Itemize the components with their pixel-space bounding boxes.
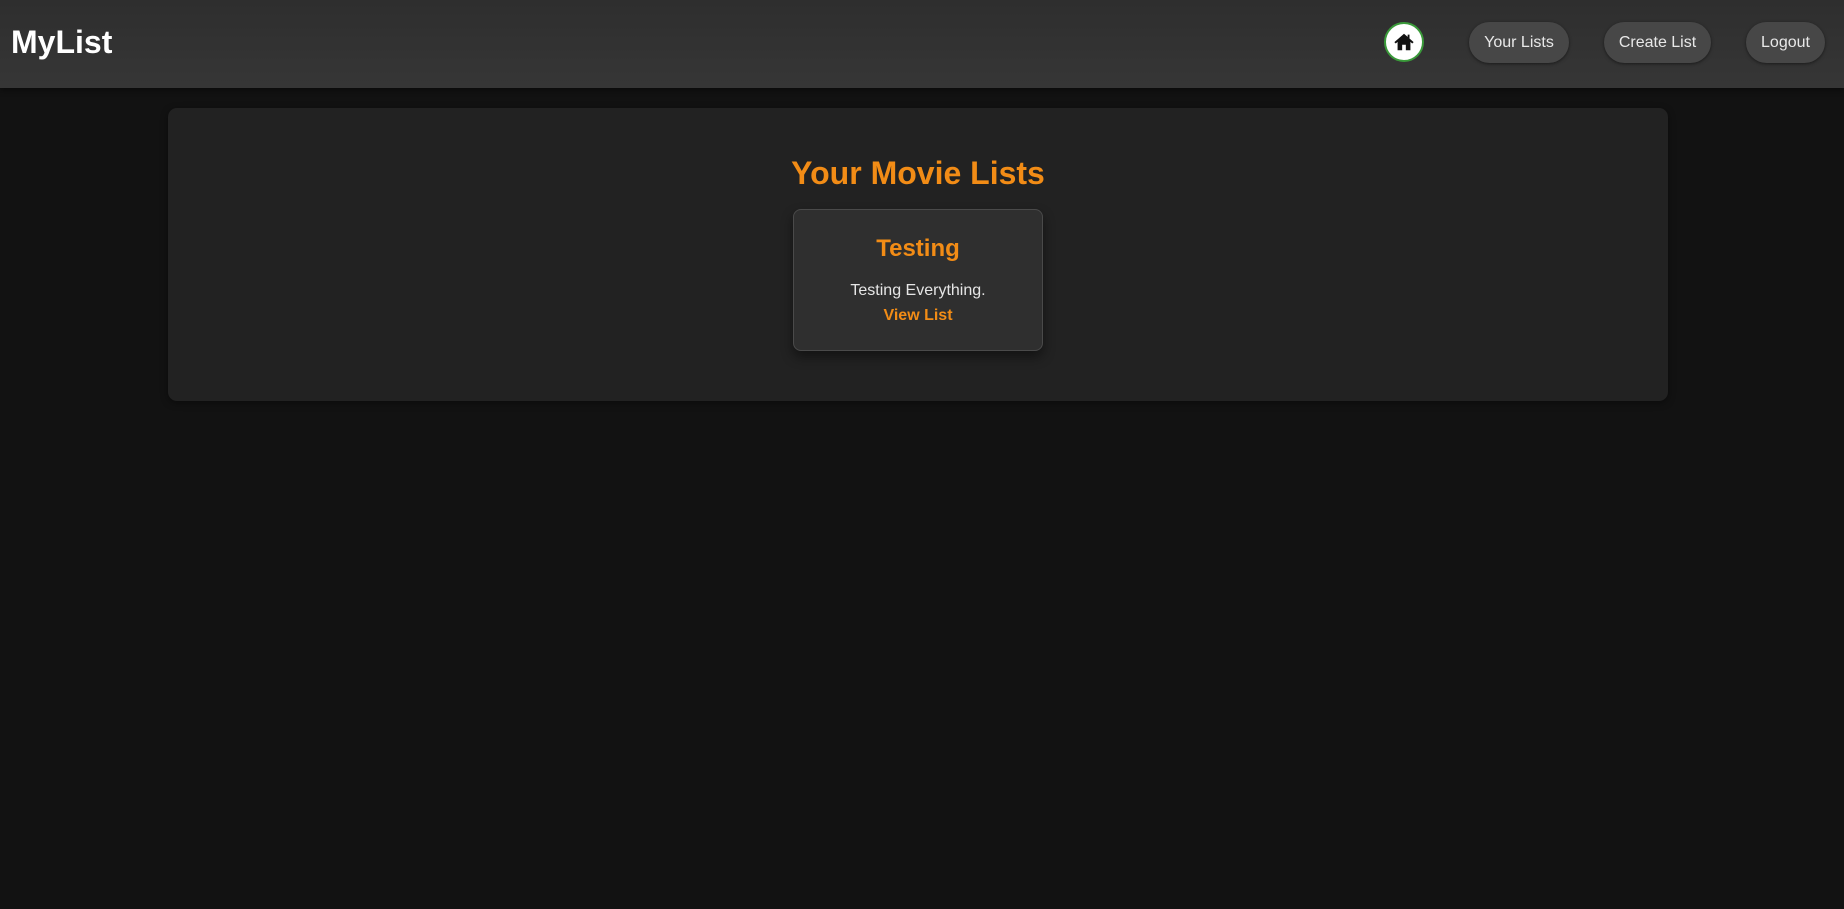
view-list-link[interactable]: View List	[794, 306, 1042, 326]
logout-button[interactable]: Logout	[1746, 22, 1825, 63]
list-card-description: Testing Everything.	[850, 282, 986, 299]
brand-logo[interactable]: MyList	[11, 24, 112, 60]
home-button[interactable]	[1384, 22, 1424, 62]
list-card-title: Testing	[876, 235, 960, 262]
create-list-button[interactable]: Create List	[1604, 22, 1711, 63]
top-navbar: MyList Your Lists Create List Logout	[0, 0, 1844, 88]
page-title: Your Movie Lists	[791, 155, 1045, 191]
movie-lists-panel: Your Movie Lists Testing Testing Everyth…	[168, 108, 1668, 401]
your-lists-button[interactable]: Your Lists	[1469, 22, 1569, 63]
list-card: Testing Testing Everything. View List	[793, 209, 1043, 351]
home-icon	[1394, 33, 1414, 51]
